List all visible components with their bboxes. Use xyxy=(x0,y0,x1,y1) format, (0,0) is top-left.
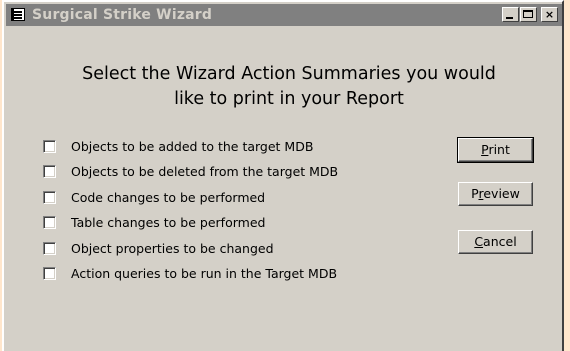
form-icon[interactable] xyxy=(11,8,25,21)
heading-line-1: Select the Wizard Action Summaries you w… xyxy=(82,64,496,84)
checkbox[interactable] xyxy=(43,241,56,255)
option-label: Object properties to be changed xyxy=(71,240,274,256)
cancel-button[interactable]: Cancel xyxy=(458,230,533,254)
print-label: rint xyxy=(488,142,510,157)
option-table-changes[interactable]: Table changes to be performed xyxy=(43,213,265,231)
title-bar[interactable]: Surgical Strike Wizard × xyxy=(6,4,562,26)
heading-line-2: like to print in your Report xyxy=(174,89,404,109)
option-label: Objects to be deleted from the target MD… xyxy=(71,163,339,179)
option-label: Action queries to be run in the Target M… xyxy=(71,265,338,281)
window-frame: Surgical Strike Wizard × Select the Wiza… xyxy=(2,0,564,351)
checkbox[interactable] xyxy=(43,190,56,204)
preview-label: eview xyxy=(483,186,520,201)
option-label: Code changes to be performed xyxy=(71,189,266,205)
close-icon: × xyxy=(544,8,555,21)
checkbox[interactable] xyxy=(43,215,56,229)
print-button[interactable]: Print xyxy=(457,137,534,163)
wizard-window: Surgical Strike Wizard × Select the Wiza… xyxy=(0,0,564,351)
option-code-changes[interactable]: Code changes to be performed xyxy=(43,188,265,206)
preview-button[interactable]: Preview xyxy=(458,182,533,206)
instructions-heading: Select the Wizard Action Summaries you w… xyxy=(24,62,554,112)
option-label: Table changes to be performed xyxy=(71,214,266,230)
option-objects-deleted[interactable]: Objects to be deleted from the target MD… xyxy=(43,162,338,180)
window-title: Surgical Strike Wizard xyxy=(32,7,213,23)
maximize-icon xyxy=(523,10,533,18)
minimize-button[interactable] xyxy=(502,7,519,22)
checkbox[interactable] xyxy=(43,266,56,280)
cancel-mnemonic: C xyxy=(474,234,484,249)
checkbox[interactable] xyxy=(43,139,56,153)
option-label: Objects to be added to the target MDB xyxy=(71,138,314,154)
minimize-icon xyxy=(506,17,513,19)
close-button[interactable]: × xyxy=(541,7,558,22)
checkbox[interactable] xyxy=(43,164,56,178)
option-objects-added[interactable]: Objects to be added to the target MDB xyxy=(43,137,313,155)
maximize-button[interactable] xyxy=(520,7,537,22)
option-action-queries[interactable]: Action queries to be run in the Target M… xyxy=(43,264,337,282)
cancel-label: ancel xyxy=(483,234,517,249)
option-object-properties[interactable]: Object properties to be changed xyxy=(43,239,274,257)
